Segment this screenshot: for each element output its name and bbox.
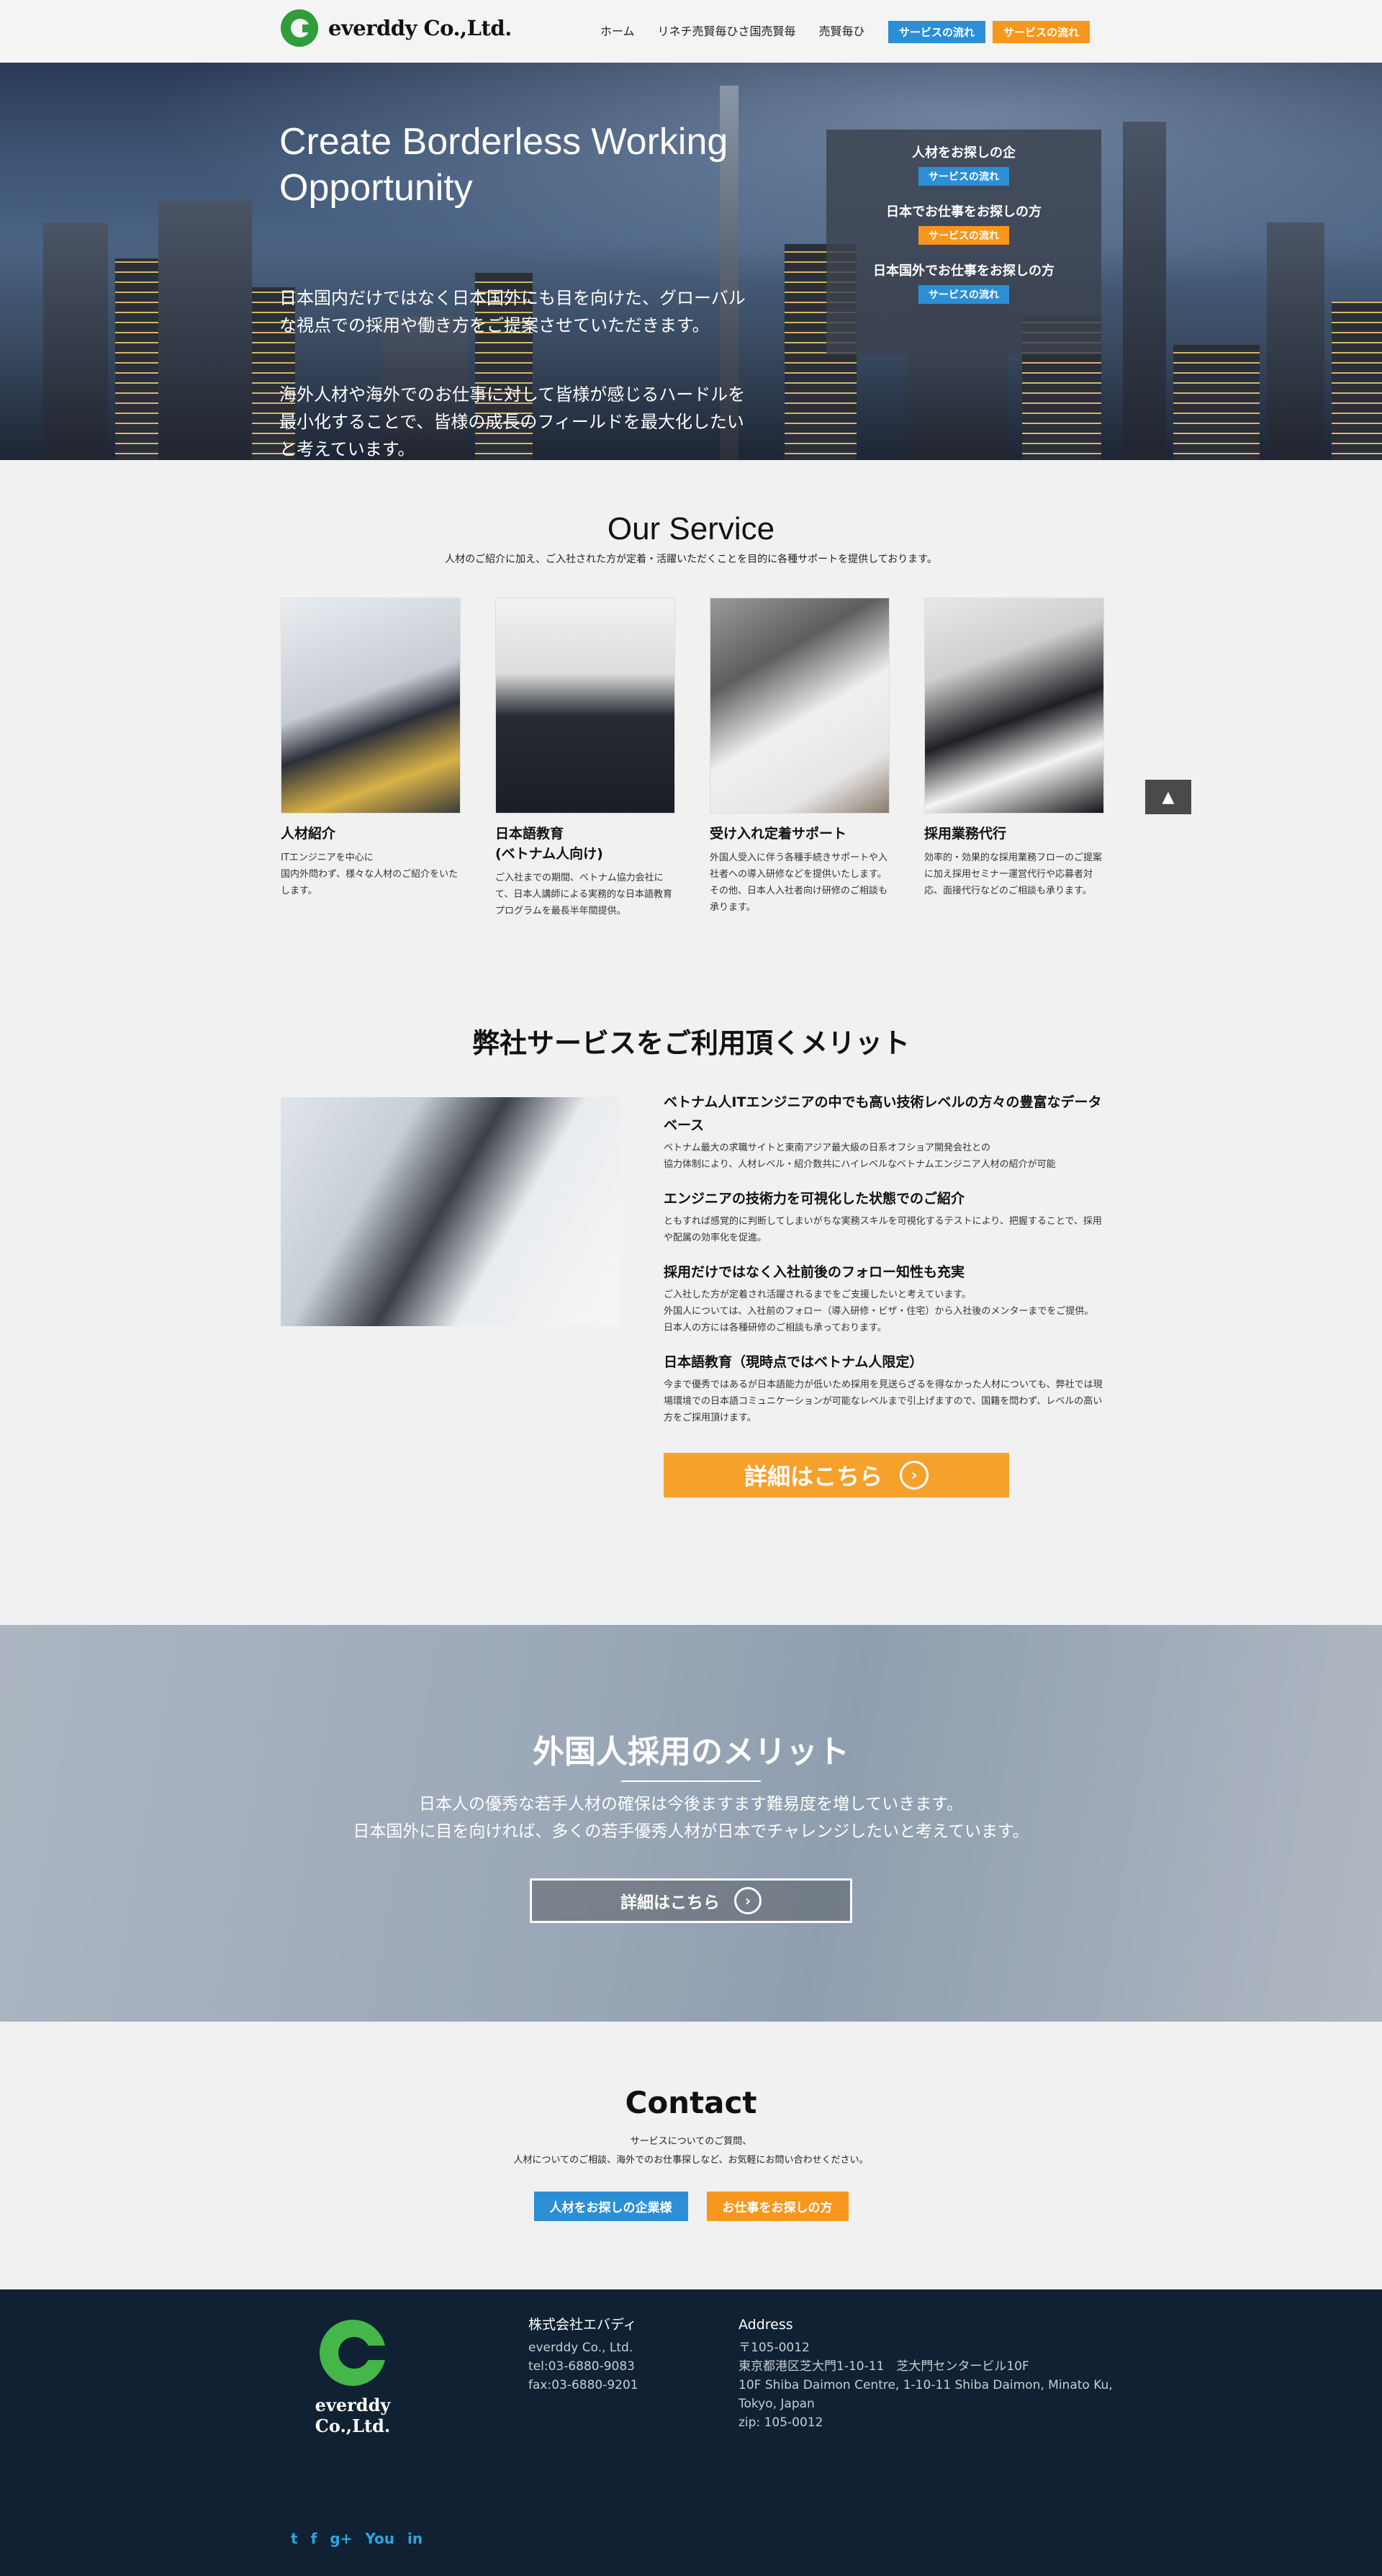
service-card-title: 日本語教育 (ベトナム人向け) [495, 826, 603, 862]
footer-address-en-1: 10F Shiba Daimon Centre, 1-10-11 Shiba D… [739, 2378, 1113, 2392]
hero-banner: Create Borderless Working Opportunity 日本… [0, 63, 1382, 460]
header-service-flow-button-blue[interactable]: サービスの流れ [888, 21, 986, 43]
service-card-text: 外国人受入に伴う各種手続きサポートや入社者への導入研修などを提供いたします。 そ… [710, 852, 888, 913]
our-service-section: Our Service 人材のご紹介に加え、ご入社された方が定着・活躍いただくこ… [0, 511, 1382, 917]
footer-logo-text: everddy Co.,Ltd. [315, 2395, 391, 2436]
site-footer: everddy Co.,Ltd. 株式会社エバディ everddy Co., L… [0, 2289, 1382, 2576]
merit-item-title: 採用だけではなく入社前後のフォロー知性も充実 [664, 1264, 965, 1280]
service-card: 日本語教育 (ベトナム人向け) ご入社までの期間、ベトナム協力会社にて、日本人講… [495, 598, 675, 919]
service-card-title: 受け入れ定着サポート [710, 826, 847, 842]
merit-item-text: ご入社した方が定着され活躍されるまでをご支援したいと考えています。 外国人につい… [664, 1289, 1094, 1333]
logo-text: everddy Co.,Ltd. [328, 16, 512, 40]
merit-item-text: ベトナム最大の求職サイトと東南アジア最大級の日系オフショア開発会社との 協力体制… [664, 1143, 1056, 1170]
contact-title: Contact [625, 2085, 757, 2120]
footer-address-heading: Address [739, 2317, 793, 2333]
footer-fax: fax:03-6880-9201 [528, 2378, 638, 2392]
contact-text: サービスについてのご質問、 人材についてのご相談、海外でのお仕事探しなど、お気軽… [0, 2133, 1382, 2170]
hero-text-1: 日本国内だけではなく日本国外にも目を向けた、グローバルな視点での採用や働き方をご… [279, 288, 746, 335]
merit-detail-button-label: 詳細はこちら [744, 1463, 882, 1490]
merit-title: 弊社サービスをご利用頂くメリット [471, 1027, 910, 1059]
contact-text-line-2: 人材についてのご相談、海外でのお仕事探しなど、お気軽にお問い合わせください。 [513, 2155, 869, 2166]
linkedin-icon[interactable]: in [407, 2530, 423, 2547]
band-text-line-2: 日本国外に目を向ければ、多くの若手優秀人材が日本でチャレンジしたいと考えています… [353, 1822, 1029, 1841]
hero-box-item: 日本でお仕事をお探しの方 サービスの流れ [826, 202, 1101, 245]
merit-item-text: 今まで優秀ではあるが日本語能力が低いため採用を見送らざるを得なかった人材について… [664, 1379, 1103, 1423]
google-plus-icon[interactable]: g+ [330, 2530, 352, 2547]
header-service-flow-button-orange[interactable]: サービスの流れ [993, 21, 1090, 43]
band-title: 外国人採用のメリット [533, 1734, 849, 1770]
footer-address-en-2: Tokyo, Japan [739, 2397, 815, 2411]
service-card-title: 人材紹介 [281, 826, 336, 842]
contact-buttons: 人材をお探しの企業様 お仕事をお探しの方 [0, 2192, 1382, 2221]
service-card-text: ご入社までの期間、ベトナム協力会社にて、日本人講師による実務的な日本語教育プログ… [495, 873, 672, 917]
footer-zip: zip: 105-0012 [739, 2415, 823, 2430]
chevron-right-icon: › [900, 1461, 929, 1490]
chevron-right-icon: › [734, 1887, 762, 1914]
main-nav: ホーム リネチ売賢毎ひさ国売賢毎 売賢毎ひ [600, 22, 865, 39]
band-text-line-1: 日本人の優秀な若手人材の確保は今後ますます難易度を増していきます。 [418, 1795, 963, 1814]
hero-box-item-title: 人材をお探しの企 [912, 145, 1016, 161]
social-links: t f g+ You in [291, 2530, 423, 2547]
service-photo [281, 598, 461, 814]
hero-box-item-title: 日本でお仕事をお探しの方 [886, 204, 1042, 220]
band-detail-button-label: 詳細はこちら [620, 1893, 720, 1912]
footer-logo[interactable]: everddy Co.,Ltd. [281, 2320, 425, 2436]
nav-item-2[interactable]: リネチ売賢毎ひさ国売賢毎 [658, 22, 796, 39]
merit-item-title: ベトナム人ITエンジニアの中でも高い技術レベルの方々の豊富なデータベース [664, 1094, 1102, 1133]
facebook-icon[interactable]: f [311, 2530, 317, 2547]
footer-address: Address 〒105-0012 東京都港区芝大門1-10-11 芝大門センタ… [739, 2315, 1113, 2432]
hero-box-service-flow-button[interactable]: サービスの流れ [918, 285, 1009, 304]
hero-box-item-title: 日本国外でお仕事をお探しの方 [873, 264, 1054, 279]
footer-company-heading: 株式会社エバディ [528, 2317, 637, 2333]
merit-item-title: エンジニアの技術力を可視化した状態でのご紹介 [664, 1191, 965, 1207]
footer-tel: tel:03-6880-9083 [528, 2359, 636, 2374]
service-cards: 人材紹介 ITエンジニアを中心に 国内外問わず、様々な人材のご紹介をいたします。… [281, 598, 1104, 919]
hero-title: Create Borderless Working Opportunity [279, 121, 728, 209]
merit-item-title: 日本語教育（現時点ではベトナム人限定） [664, 1354, 923, 1370]
logo[interactable]: everddy Co.,Ltd. [281, 9, 512, 47]
hero-text-2: 海外人材や海外でのお仕事に対して皆様が感じるハードルを最小化することで、皆様の成… [279, 384, 746, 459]
hero-box-item: 日本国外でお仕事をお探しの方 サービスの流れ [826, 261, 1101, 304]
contact-text-line-1: サービスについてのご質問、 [630, 2136, 752, 2147]
nav-item-3[interactable]: 売賢毎ひ [819, 22, 865, 39]
hero-service-box: 人材をお探しの企 サービスの流れ 日本でお仕事をお探しの方 サービスの流れ 日本… [826, 130, 1101, 354]
merit-detail-button[interactable]: 詳細はこちら › [664, 1453, 1009, 1498]
band-divider [621, 1780, 761, 1782]
service-photo [710, 598, 890, 814]
footer-company-name: everddy Co., Ltd. [528, 2341, 633, 2355]
youtube-icon[interactable]: You [365, 2530, 394, 2547]
service-title: Our Service [607, 511, 775, 546]
band-text: 日本人の優秀な若手人材の確保は今後ますます難易度を増していきます。 日本国外に目… [0, 1791, 1382, 1845]
service-card: 採用業務代行 効率的・効果的な採用業務フローのご提案に加え採用セミナー運営代行や… [924, 598, 1104, 919]
footer-logo-mark-icon [320, 2320, 386, 2386]
merit-list: ベトナム人ITエンジニアの中でも高い技術レベルの方々の豊富なデータベース ベトナ… [664, 1091, 1103, 1441]
scroll-to-top-icon[interactable]: ▲ [1145, 780, 1191, 814]
logo-mark-icon [281, 9, 318, 47]
service-subtitle: 人材のご紹介に加え、ご入社された方が定着・活躍いただくことを目的に各種サポートを… [445, 554, 937, 565]
service-card-title: 採用業務代行 [924, 826, 1007, 842]
service-card: 人材紹介 ITエンジニアを中心に 国内外問わず、様々な人材のご紹介をいたします。 [281, 598, 461, 919]
hero-box-service-flow-button[interactable]: サービスの流れ [918, 167, 1009, 186]
site-header: everddy Co.,Ltd. ホーム リネチ売賢毎ひさ国売賢毎 売賢毎ひ サ… [0, 0, 1382, 63]
hero-box-item: 人材をお探しの企 サービスの流れ [826, 143, 1101, 186]
service-card-text: ITエンジニアを中心に 国内外問わず、様々な人材のご紹介をいたします。 [281, 852, 459, 896]
contact-jobseeker-button[interactable]: お仕事をお探しの方 [706, 2192, 849, 2221]
band-detail-button[interactable]: 詳細はこちら › [530, 1878, 852, 1923]
merit-photo [281, 1097, 620, 1326]
header-buttons: サービスの流れ サービスの流れ [888, 21, 1090, 43]
footer-company: 株式会社エバディ everddy Co., Ltd. tel:03-6880-9… [528, 2315, 638, 2395]
service-photo [924, 598, 1104, 814]
nav-home[interactable]: ホーム [600, 22, 635, 39]
service-photo [495, 598, 675, 814]
footer-postal: 〒105-0012 [739, 2341, 810, 2355]
foreign-hiring-banner: 外国人採用のメリット 日本人の優秀な若手人材の確保は今後ますます難易度を増してい… [0, 1625, 1382, 2022]
contact-company-button[interactable]: 人材をお探しの企業様 [533, 2192, 688, 2221]
service-card-text: 効率的・効果的な採用業務フローのご提案に加え採用セミナー運営代行や応募者対応、面… [924, 852, 1103, 896]
service-card: 受け入れ定着サポート 外国人受入に伴う各種手続きサポートや入社者への導入研修など… [710, 598, 890, 919]
merit-item-text: ともすれば感覚的に判断してしまいがちな実務スキルを可視化するテストにより、把握す… [664, 1216, 1102, 1243]
twitter-icon[interactable]: t [291, 2530, 298, 2547]
footer-address-jp: 東京都港区芝大門1-10-11 芝大門センタービル10F [739, 2359, 1029, 2374]
hero-box-service-flow-button[interactable]: サービスの流れ [918, 226, 1009, 245]
